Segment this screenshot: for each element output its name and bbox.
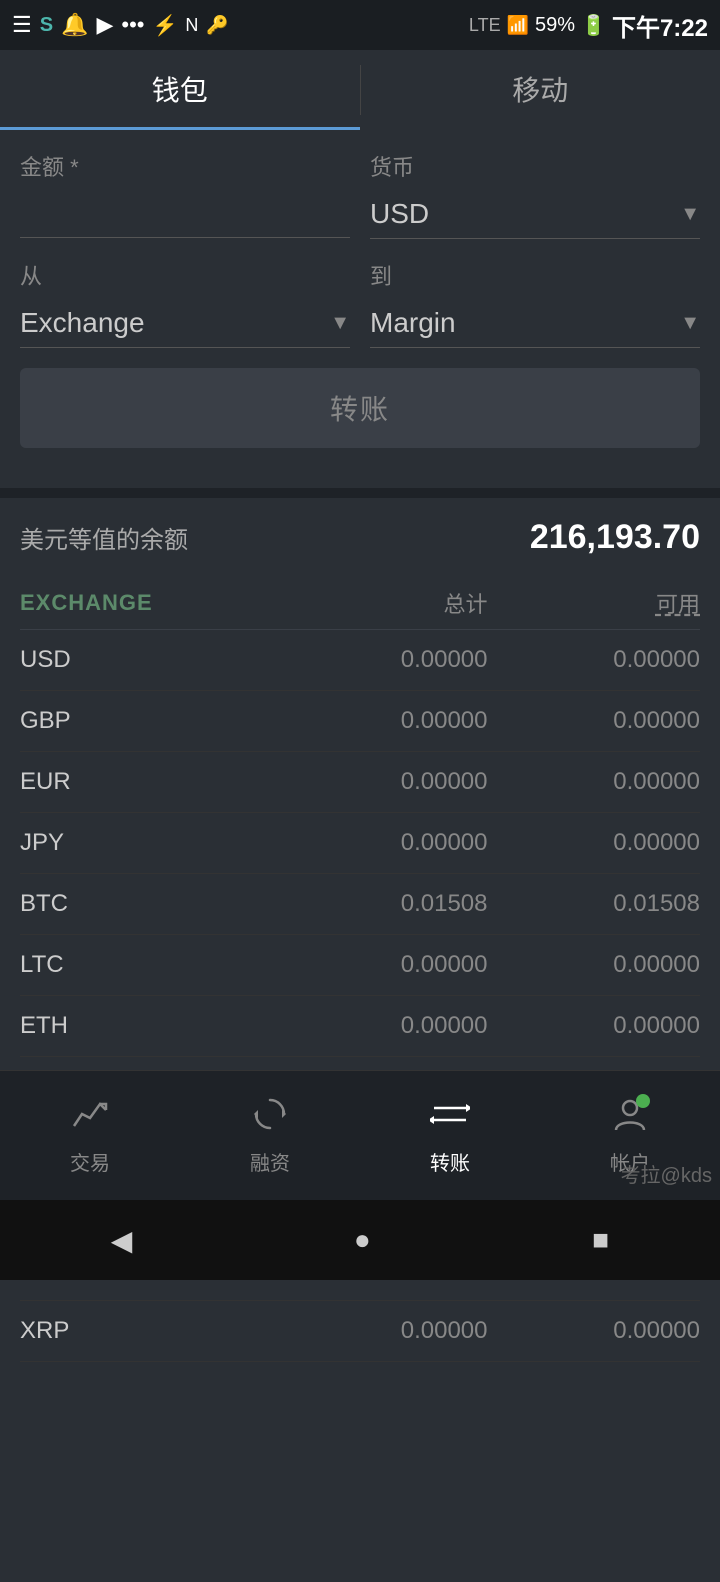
lte-icon: LTE (469, 15, 501, 36)
form-group-from: 从 Exchange ▼ (20, 259, 350, 348)
bluetooth-icon: ⚡ (153, 13, 178, 38)
table-row: JPY 0.00000 0.00000 (20, 813, 700, 874)
tab-bar: 钱包 移动 (0, 50, 720, 130)
row-total: 0.00000 (275, 646, 488, 674)
status-time: 下午7:22 (612, 8, 708, 43)
to-value: Margin (370, 307, 456, 339)
back-button[interactable]: ◀ (111, 1224, 133, 1257)
tab-move[interactable]: 移动 (361, 50, 720, 130)
status-right-icons: LTE 📶 59% 🔋 下午7:22 (469, 8, 708, 43)
table-row: BTC 0.01508 0.01508 (20, 874, 700, 935)
exchange-table-header: EXCHANGE 总计 可用 (20, 577, 700, 630)
row-total: 0.00000 (275, 768, 488, 796)
key-icon: 🔑 (206, 15, 228, 36)
row-total: 0.00000 (275, 951, 488, 979)
row-currency: LTC (20, 951, 275, 979)
nav-item-transfer[interactable]: 转账 (430, 1096, 470, 1176)
row-currency: EUR (20, 768, 275, 796)
signal-icon: 📶 (507, 15, 529, 36)
row-avail: 0.00000 (488, 829, 701, 857)
exchange-section-label: EXCHANGE (20, 590, 275, 616)
row-avail: 0.00000 (488, 768, 701, 796)
row-currency: XRP (20, 1317, 275, 1345)
row-total: 0.00000 (275, 707, 488, 735)
form-group-amount: 金额 * (20, 150, 350, 239)
nav-label-transfer: 转账 (430, 1147, 470, 1176)
row-currency: GBP (20, 707, 275, 735)
table-row: ETH 0.00000 0.00000 (20, 996, 700, 1057)
row-total: 0.01508 (275, 890, 488, 918)
from-label: 从 (20, 259, 350, 291)
currency-select[interactable]: USD ▼ (370, 190, 700, 239)
row-avail: 0.01508 (488, 890, 701, 918)
home-button[interactable]: ● (354, 1224, 371, 1256)
row-total: 0.00000 (275, 1012, 488, 1040)
row-total: 0.00000 (275, 1317, 488, 1345)
recent-button[interactable]: ■ (592, 1224, 609, 1256)
to-label: 到 (370, 259, 700, 291)
row-avail: 0.00000 (488, 1012, 701, 1040)
play-icon: ▶ (96, 12, 113, 38)
balance-value: 216,193.70 (530, 518, 700, 557)
table-row: XRP 0.00000 0.00000 (20, 1301, 700, 1362)
row-currency: ETH (20, 1012, 275, 1040)
amount-label: 金额 * (20, 150, 350, 182)
currency-value: USD (370, 198, 429, 230)
row-avail: 0.00000 (488, 951, 701, 979)
form-group-to: 到 Margin ▼ (370, 259, 700, 348)
system-nav-bar: ◀ ● ■ (0, 1200, 720, 1280)
battery-text: 59% (535, 14, 575, 37)
form-group-currency: 货币 USD ▼ (370, 150, 700, 239)
currency-dropdown-arrow: ▼ (680, 203, 700, 226)
row-avail: 0.00000 (488, 1317, 701, 1345)
row-avail: 0.00000 (488, 707, 701, 735)
col-total-header: 总计 (275, 587, 488, 619)
table-row: LTC 0.00000 0.00000 (20, 935, 700, 996)
from-select[interactable]: Exchange ▼ (20, 299, 350, 348)
nav-label-finance: 融资 (250, 1147, 290, 1176)
balance-section: 美元等值的余额 216,193.70 (0, 498, 720, 567)
transfer-btn-wrap: 转账 (20, 368, 700, 448)
to-dropdown-arrow: ▼ (680, 312, 700, 335)
notification-icon: 🔔 (61, 12, 88, 38)
menu-icon: ☰ (12, 12, 32, 38)
form-row-amount-currency: 金额 * 货币 USD ▼ (20, 150, 700, 239)
table-row: USD 0.00000 0.00000 (20, 630, 700, 691)
form-area: 金额 * 货币 USD ▼ 从 Exchange ▼ (0, 130, 720, 488)
table-row: GBP 0.00000 0.00000 (20, 691, 700, 752)
balance-label: 美元等值的余额 (20, 520, 188, 555)
nav-item-trade[interactable]: 交易 (70, 1096, 110, 1176)
status-bar: ☰ S 🔔 ▶ ••• ⚡ N 🔑 LTE 📶 59% 🔋 下午7:22 (0, 0, 720, 50)
transfer-button[interactable]: 转账 (20, 368, 700, 448)
tab-wallet[interactable]: 钱包 (0, 50, 360, 130)
finance-icon (252, 1096, 288, 1141)
from-dropdown-arrow: ▼ (330, 312, 350, 335)
row-currency: BTC (20, 890, 275, 918)
watermark: 考拉@kds (613, 1155, 720, 1192)
col-avail-header: 可用 (488, 587, 701, 619)
amount-input[interactable] (20, 190, 350, 238)
more-icon: ••• (121, 12, 144, 38)
battery-icon: 🔋 (581, 13, 606, 38)
row-total: 0.00000 (275, 829, 488, 857)
status-left-icons: ☰ S 🔔 ▶ ••• ⚡ N 🔑 (12, 12, 229, 38)
row-currency: USD (20, 646, 275, 674)
nav-item-finance[interactable]: 融资 (250, 1096, 290, 1176)
account-online-dot (636, 1094, 650, 1108)
section-divider (0, 488, 720, 498)
currency-label: 货币 (370, 150, 700, 182)
nav-label-trade: 交易 (70, 1147, 110, 1176)
row-avail: 0.00000 (488, 646, 701, 674)
form-row-from-to: 从 Exchange ▼ 到 Margin ▼ (20, 259, 700, 348)
to-select[interactable]: Margin ▼ (370, 299, 700, 348)
from-value: Exchange (20, 307, 145, 339)
s-icon: S (40, 14, 53, 37)
trade-icon (72, 1099, 108, 1140)
nfc-icon: N (185, 15, 198, 36)
transfer-icon (430, 1096, 470, 1141)
table-row: EUR 0.00000 0.00000 (20, 752, 700, 813)
row-currency: JPY (20, 829, 275, 857)
